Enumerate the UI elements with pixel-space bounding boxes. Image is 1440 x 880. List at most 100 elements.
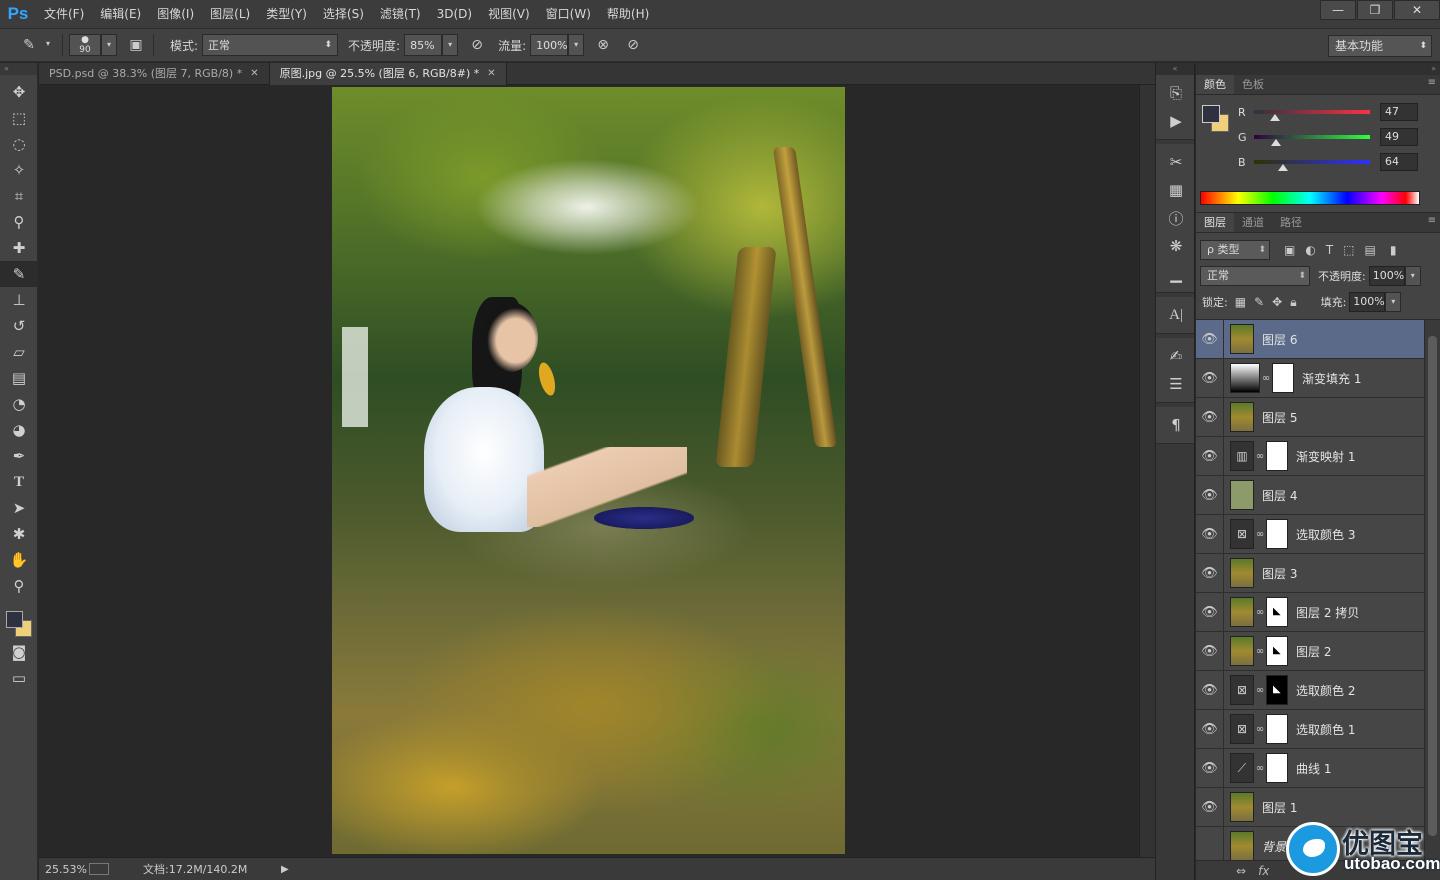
tab-paths[interactable]: 路径 bbox=[1272, 213, 1310, 232]
tool-preset-dropdown[interactable]: ▾ bbox=[40, 34, 56, 56]
green-value-input[interactable]: 49 bbox=[1380, 128, 1418, 146]
type-tool-icon[interactable]: T bbox=[0, 469, 38, 495]
panel-collapse-icon[interactable]: » bbox=[1196, 63, 1440, 75]
filter-pixel-icon[interactable]: ▣ bbox=[1284, 243, 1295, 257]
menu-layer[interactable]: 图层(L) bbox=[202, 0, 258, 28]
eye-icon[interactable]: 👁︎ bbox=[1196, 475, 1224, 515]
status-menu-arrow-icon[interactable]: ▶ bbox=[281, 864, 289, 875]
menu-3d[interactable]: 3D(D) bbox=[429, 0, 480, 28]
canvas-area[interactable] bbox=[39, 85, 1139, 857]
tab-swatches[interactable]: 色板 bbox=[1234, 75, 1272, 94]
screen-mode-icon[interactable]: ▭ bbox=[0, 665, 38, 691]
menu-help[interactable]: 帮助(H) bbox=[599, 0, 657, 28]
layer-name[interactable]: 图层 2 拷贝 bbox=[1296, 604, 1359, 621]
layer-mask-thumbnail[interactable]: ◣ bbox=[1266, 675, 1288, 705]
gradient-tool-icon[interactable]: ▤ bbox=[0, 365, 38, 391]
zoom-tool-icon[interactable]: ⚲ bbox=[0, 573, 38, 599]
filter-adjustment-icon[interactable]: ◐ bbox=[1305, 243, 1315, 257]
layer-name[interactable]: 选取颜色 1 bbox=[1296, 721, 1355, 738]
filter-shape-icon[interactable]: ⬚ bbox=[1343, 243, 1354, 257]
fill-dropdown[interactable]: ▾ bbox=[1385, 292, 1402, 312]
layer-row[interactable]: 👁︎ ⊠ ∞ ◣ 选取颜色 2 bbox=[1196, 670, 1440, 710]
link-layers-icon[interactable]: ⇔ bbox=[1236, 864, 1246, 878]
airbrush-icon[interactable]: ⊗ bbox=[592, 34, 614, 56]
menu-edit[interactable]: 编辑(E) bbox=[92, 0, 149, 28]
history-brush-tool-icon[interactable]: ↺ bbox=[0, 313, 38, 339]
layers-scrollbar[interactable] bbox=[1424, 320, 1440, 866]
close-icon[interactable]: ✕ bbox=[487, 63, 495, 85]
layer-name[interactable]: 背景 bbox=[1262, 838, 1286, 855]
layer-name[interactable]: 图层 5 bbox=[1262, 409, 1297, 426]
link-icon[interactable]: ∞ bbox=[1254, 724, 1266, 735]
adjustments-icon[interactable]: ☰ bbox=[1156, 370, 1196, 398]
layer-mask-thumbnail[interactable]: ◣ bbox=[1266, 636, 1288, 666]
document-image[interactable] bbox=[332, 87, 845, 854]
link-icon[interactable]: ∞ bbox=[1254, 529, 1266, 540]
brush-presets-icon[interactable]: ▦ bbox=[1156, 176, 1196, 204]
histogram-icon[interactable]: ▁ bbox=[1156, 260, 1196, 288]
menu-view[interactable]: 视图(V) bbox=[480, 0, 538, 28]
brush-size-picker[interactable]: ● 90 bbox=[69, 34, 101, 56]
blue-slider-track[interactable] bbox=[1254, 160, 1370, 171]
slider-thumb[interactable] bbox=[1270, 114, 1281, 121]
layer-row[interactable]: 👁︎ ⊠ ∞ 选取颜色 1 bbox=[1196, 709, 1440, 749]
actions-panel-icon[interactable]: ▶ bbox=[1156, 107, 1196, 135]
link-icon[interactable]: ∞ bbox=[1254, 763, 1266, 774]
layer-mask-thumbnail[interactable] bbox=[1272, 363, 1294, 393]
tool-presets-icon[interactable]: ✂ bbox=[1156, 148, 1196, 176]
brush-panel-icon[interactable]: ✍ bbox=[1156, 342, 1196, 370]
foreground-color-swatch[interactable] bbox=[6, 611, 23, 628]
filter-toggle-icon[interactable]: ▮ bbox=[1390, 243, 1397, 257]
tab-layers[interactable]: 图层 bbox=[1196, 213, 1234, 232]
fx-icon[interactable]: fx bbox=[1258, 864, 1269, 878]
blue-value-input[interactable]: 64 bbox=[1380, 153, 1418, 171]
zoom-level[interactable]: 25.53% bbox=[39, 863, 89, 876]
tab-psd-document[interactable]: PSD.psd @ 38.3% (图层 7, RGB/8) * ✕ bbox=[39, 63, 270, 85]
panel-menu-icon[interactable]: ≡ bbox=[1428, 77, 1436, 88]
layer-row[interactable]: 👁︎ ∞ ◣ 图层 2 拷贝 bbox=[1196, 592, 1440, 632]
link-icon[interactable]: ∞ bbox=[1254, 607, 1266, 618]
layer-name[interactable]: 图层 1 bbox=[1262, 799, 1297, 816]
layer-row[interactable]: 👁︎ 图层 5 bbox=[1196, 397, 1440, 437]
eye-icon[interactable]: 👁︎ bbox=[1196, 748, 1224, 788]
tab-color[interactable]: 颜色 bbox=[1196, 75, 1234, 94]
brush-panel-icon[interactable]: ▣ bbox=[125, 34, 147, 56]
slider-thumb[interactable] bbox=[1278, 164, 1289, 171]
quick-mask-icon[interactable]: ◙ bbox=[0, 639, 38, 665]
tab-channels[interactable]: 通道 bbox=[1234, 213, 1272, 232]
menu-filter[interactable]: 滤镜(T) bbox=[372, 0, 429, 28]
tab-original-jpg[interactable]: 原图.jpg @ 25.5% (图层 6, RGB/8#) * ✕ bbox=[269, 63, 507, 85]
filter-type-icon[interactable]: T bbox=[1326, 243, 1333, 257]
layer-row[interactable]: 👁︎ 图层 6 bbox=[1196, 320, 1440, 359]
layer-name[interactable]: 选取颜色 2 bbox=[1296, 682, 1355, 699]
crop-tool-icon[interactable]: ⌗ bbox=[0, 183, 38, 209]
scrollbar-thumb[interactable] bbox=[1428, 336, 1437, 836]
eye-icon[interactable]: 👁︎ bbox=[1196, 397, 1224, 437]
filter-smart-object-icon[interactable]: ▤ bbox=[1365, 243, 1376, 257]
layer-name[interactable]: 图层 2 bbox=[1296, 643, 1331, 660]
opacity-input[interactable]: 85% bbox=[404, 34, 443, 56]
eye-icon[interactable]: 👁︎ bbox=[1196, 320, 1224, 359]
layer-opacity-input[interactable]: 100% bbox=[1368, 266, 1405, 286]
close-button[interactable]: ✕ bbox=[1394, 0, 1440, 20]
magic-wand-tool-icon[interactable]: ✧ bbox=[0, 157, 38, 183]
custom-shape-tool-icon[interactable]: ✱ bbox=[0, 521, 38, 547]
layer-name[interactable]: 渐变映射 1 bbox=[1296, 448, 1355, 465]
red-slider-track[interactable] bbox=[1254, 110, 1370, 121]
canvas-vertical-scrollbar[interactable] bbox=[1139, 85, 1155, 857]
layer-row[interactable]: 👁︎ ∞ 渐变填充 1 bbox=[1196, 358, 1440, 398]
eye-icon[interactable]: 👁︎ bbox=[1196, 592, 1224, 632]
eye-icon[interactable]: 👁︎ bbox=[1196, 553, 1224, 593]
brush-tool-icon[interactable]: ✎ bbox=[0, 261, 38, 287]
foreground-color-swatch[interactable] bbox=[1202, 105, 1220, 123]
layer-mask-thumbnail[interactable]: ◣ bbox=[1266, 597, 1288, 627]
brush-tool-icon[interactable]: ✎ bbox=[18, 34, 40, 56]
hand-tool-icon[interactable]: ✋ bbox=[0, 547, 38, 573]
marquee-tool-icon[interactable]: ⬚ bbox=[0, 105, 38, 131]
link-icon[interactable]: ∞ bbox=[1254, 646, 1266, 657]
layer-row[interactable]: 👁︎ ∞ ◣ 图层 2 bbox=[1196, 631, 1440, 671]
brush-size-dropdown[interactable]: ▾ bbox=[101, 34, 117, 56]
clone-stamp-tool-icon[interactable]: ⊥ bbox=[0, 287, 38, 313]
layer-name[interactable]: 图层 6 bbox=[1262, 331, 1297, 348]
layer-row[interactable]: 👁︎ 图层 4 bbox=[1196, 475, 1440, 515]
